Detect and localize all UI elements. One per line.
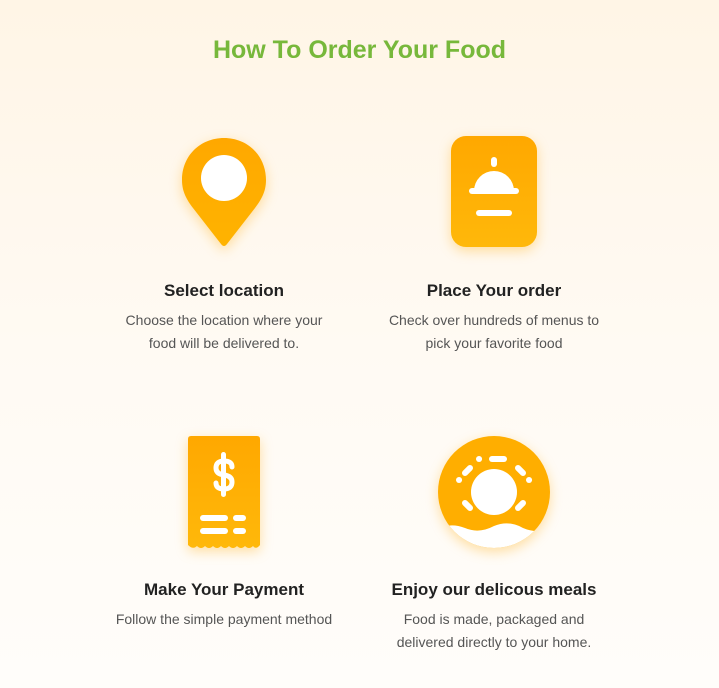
step-heading: Enjoy our delicous meals — [391, 580, 597, 599]
step-description: Follow the simple payment method — [115, 611, 333, 627]
food-cloche-menu-icon — [451, 136, 537, 247]
donut-icon — [438, 436, 550, 548]
step-place-order: Place Your order Check over hundreds of … — [359, 136, 629, 355]
step-description: Food is made, packaged and delivered dir… — [396, 611, 592, 650]
receipt-dollar-icon — [188, 436, 260, 548]
page-title: How To Order Your Food — [212, 36, 507, 64]
step-description: Choose the location where your food will… — [125, 312, 323, 351]
step-enjoy-meals: Enjoy our delicous meals Food is made, p… — [359, 436, 629, 654]
step-select-location: Select location Choose the location wher… — [89, 136, 359, 355]
step-description: Check over hundreds of menus to pick you… — [388, 312, 600, 351]
step-heading: Place Your order — [426, 281, 562, 300]
step-heading: Select location — [164, 281, 284, 300]
step-make-payment: Make Your Payment Follow the simple paym… — [89, 436, 359, 631]
step-heading: Make Your Payment — [144, 580, 304, 599]
location-pin-icon — [182, 138, 266, 246]
